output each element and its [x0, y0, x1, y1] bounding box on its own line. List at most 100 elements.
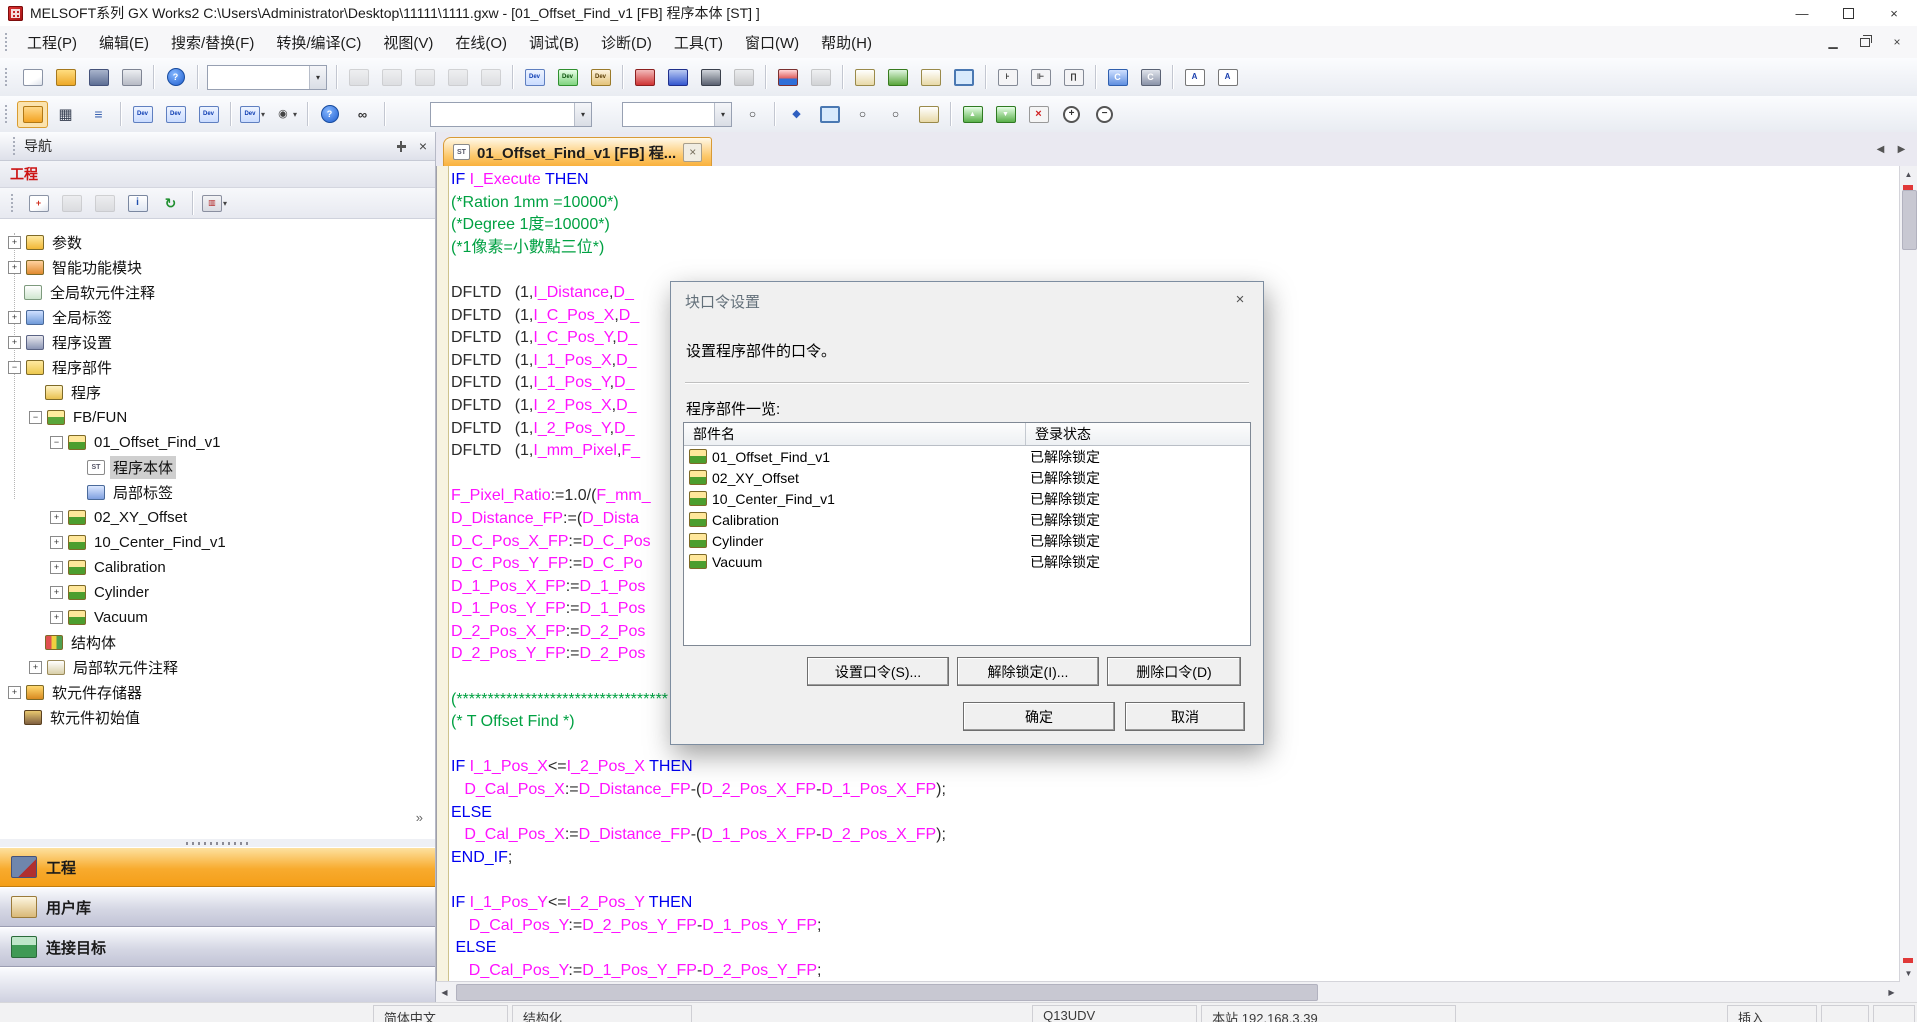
expand-icon[interactable]: +: [50, 611, 63, 624]
read-from-plc-button[interactable]: [662, 64, 693, 91]
close-button[interactable]: ×: [1871, 0, 1917, 26]
table-row-Calibration[interactable]: Calibration已解除锁定: [684, 509, 1250, 530]
redo-button[interactable]: [475, 64, 506, 91]
zoom-in-button[interactable]: +: [1056, 101, 1087, 128]
expand-icon[interactable]: +: [50, 511, 63, 524]
tree-item-02_XY_Offset[interactable]: +02_XY_Offset: [0, 505, 435, 530]
tree-item-结构体[interactable]: 结构体: [0, 630, 435, 655]
tree-item-程序[interactable]: 程序: [0, 380, 435, 405]
scroll-up-icon[interactable]: ▲: [1900, 166, 1917, 183]
component-table[interactable]: 部件名 登录状态 01_Offset_Find_v1已解除锁定02_XY_Off…: [683, 422, 1251, 646]
find-go-button[interactable]: ○: [737, 101, 768, 128]
cross-reference-button[interactable]: ∞: [347, 101, 378, 128]
table-row-Vacuum[interactable]: Vacuum已解除锁定: [684, 551, 1250, 572]
window-display-button[interactable]: [948, 64, 979, 91]
collapse-icon[interactable]: −: [8, 361, 21, 374]
tab-scroll-left-icon[interactable]: ◀: [1871, 139, 1890, 159]
panel-splitter[interactable]: [0, 839, 435, 847]
ladder-close-contact-button[interactable]: ⊩: [1025, 64, 1056, 91]
tree-item-全局标签[interactable]: +全局标签: [0, 305, 435, 330]
menu-item-7[interactable]: 诊断(D): [590, 26, 663, 58]
expand-icon[interactable]: +: [8, 236, 21, 249]
nav-close-icon[interactable]: ×: [419, 139, 427, 153]
hscroll-thumb[interactable]: [456, 984, 1318, 1001]
expand-icon[interactable]: +: [29, 661, 42, 674]
table-row-01_Offset_Find_v1[interactable]: 01_Offset_Find_v1已解除锁定: [684, 446, 1250, 467]
menu-item-6[interactable]: 调试(B): [518, 26, 590, 58]
paste-button[interactable]: [409, 64, 440, 91]
new-project-button[interactable]: [17, 64, 48, 91]
expand-icon[interactable]: +: [8, 261, 21, 274]
tree-item-程序设置[interactable]: +程序设置: [0, 330, 435, 355]
tree-item-Calibration[interactable]: +Calibration: [0, 555, 435, 580]
menu-item-2[interactable]: 搜索/替换(F): [160, 26, 265, 58]
copy-button[interactable]: [376, 64, 407, 91]
table-row-Cylinder[interactable]: Cylinder已解除锁定: [684, 530, 1250, 551]
tree-overflow-chevron[interactable]: »: [416, 810, 423, 825]
menu-item-0[interactable]: 工程(P): [16, 26, 88, 58]
tree-item-软元件存储器[interactable]: +软元件存储器: [0, 680, 435, 705]
data-info-button[interactable]: i: [122, 190, 153, 217]
tree-item-参数[interactable]: +参数: [0, 230, 435, 255]
expand-icon[interactable]: +: [50, 561, 63, 574]
menu-item-8[interactable]: 工具(T): [663, 26, 734, 58]
device-display-button[interactable]: Dev▾: [237, 101, 268, 128]
ladder-open-contact-button[interactable]: ⊦: [992, 64, 1023, 91]
ok-button[interactable]: 确定: [963, 702, 1115, 731]
toolbar-grip[interactable]: [5, 105, 10, 123]
new-data-button[interactable]: +: [23, 190, 54, 217]
tree-item-01_Offset_Find_v1[interactable]: −01_Offset_Find_v1: [0, 430, 435, 455]
zoom-out-button[interactable]: −: [1089, 101, 1120, 128]
menu-item-9[interactable]: 窗口(W): [734, 26, 810, 58]
expand-icon[interactable]: +: [8, 311, 21, 324]
device-monitor-button[interactable]: Dev: [552, 64, 583, 91]
menu-item-5[interactable]: 在线(O): [444, 26, 518, 58]
monitor-start-button[interactable]: [772, 64, 803, 91]
toolbar-grip[interactable]: [5, 68, 10, 86]
dialog-button-2[interactable]: 删除口令(D): [1107, 657, 1241, 686]
minimize-button[interactable]: —: [1779, 0, 1825, 26]
sort-button[interactable]: ▥▾: [199, 190, 230, 217]
help-display-button[interactable]: ?: [314, 101, 345, 128]
pin-icon[interactable]: [397, 140, 409, 152]
print-button[interactable]: [116, 64, 147, 91]
device-memory-button[interactable]: Dev: [585, 64, 616, 91]
menu-item-3[interactable]: 转换/编译(C): [265, 26, 372, 58]
copy-data-button[interactable]: [56, 190, 87, 217]
chevron-down-icon[interactable]: ▾: [574, 103, 591, 126]
save-project-button[interactable]: [83, 64, 114, 91]
device-comment-button[interactable]: Dev: [519, 64, 550, 91]
ladder-pulse-button[interactable]: ∏: [1058, 64, 1089, 91]
expand-icon[interactable]: +: [50, 586, 63, 599]
vertical-scrollbar[interactable]: ▲ ▼: [1899, 166, 1917, 982]
zoom-find-button[interactable]: ○: [847, 101, 878, 128]
table-row-10_Center_Find_v1[interactable]: 10_Center_Find_v1已解除锁定: [684, 488, 1250, 509]
find-device-combo[interactable]: ▾: [622, 102, 732, 127]
undo-button[interactable]: [442, 64, 473, 91]
nav-category-工程[interactable]: 工程: [0, 847, 435, 887]
dialog-button-1[interactable]: 解除锁定(I)...: [957, 657, 1099, 686]
vscroll-thumb[interactable]: [1902, 190, 1917, 250]
navigation-window-button[interactable]: [17, 101, 48, 128]
output-window-button[interactable]: ≡: [83, 101, 114, 128]
window-split-button[interactable]: [814, 101, 845, 128]
tree-item-智能功能模块[interactable]: +智能功能模块: [0, 255, 435, 280]
element-selection-button[interactable]: ▦: [50, 101, 81, 128]
nav-category-连接目标[interactable]: 连接目标: [0, 927, 435, 967]
tree-item-Vacuum[interactable]: +Vacuum: [0, 605, 435, 630]
tree-item-FB/FUN[interactable]: −FB/FUN: [0, 405, 435, 430]
tree-item-局部标签[interactable]: 局部标签: [0, 480, 435, 505]
monitor-watch1-button[interactable]: A: [1179, 64, 1210, 91]
remote-operation-button[interactable]: [728, 64, 759, 91]
write-to-plc-button[interactable]: [629, 64, 660, 91]
device-register-button[interactable]: Dev: [160, 101, 191, 128]
menu-item-1[interactable]: 编辑(E): [88, 26, 160, 58]
convert-all-button[interactable]: C: [1135, 64, 1166, 91]
scroll-down-icon[interactable]: ▼: [1900, 965, 1917, 982]
device-batch-button[interactable]: Dev: [193, 101, 224, 128]
chevron-down-icon[interactable]: ▾: [714, 103, 731, 126]
tree-item-程序部件[interactable]: −程序部件: [0, 355, 435, 380]
check-down-button[interactable]: ▼: [990, 101, 1021, 128]
scroll-left-icon[interactable]: ◀: [436, 982, 453, 1002]
monitor-stop-button[interactable]: [805, 64, 836, 91]
